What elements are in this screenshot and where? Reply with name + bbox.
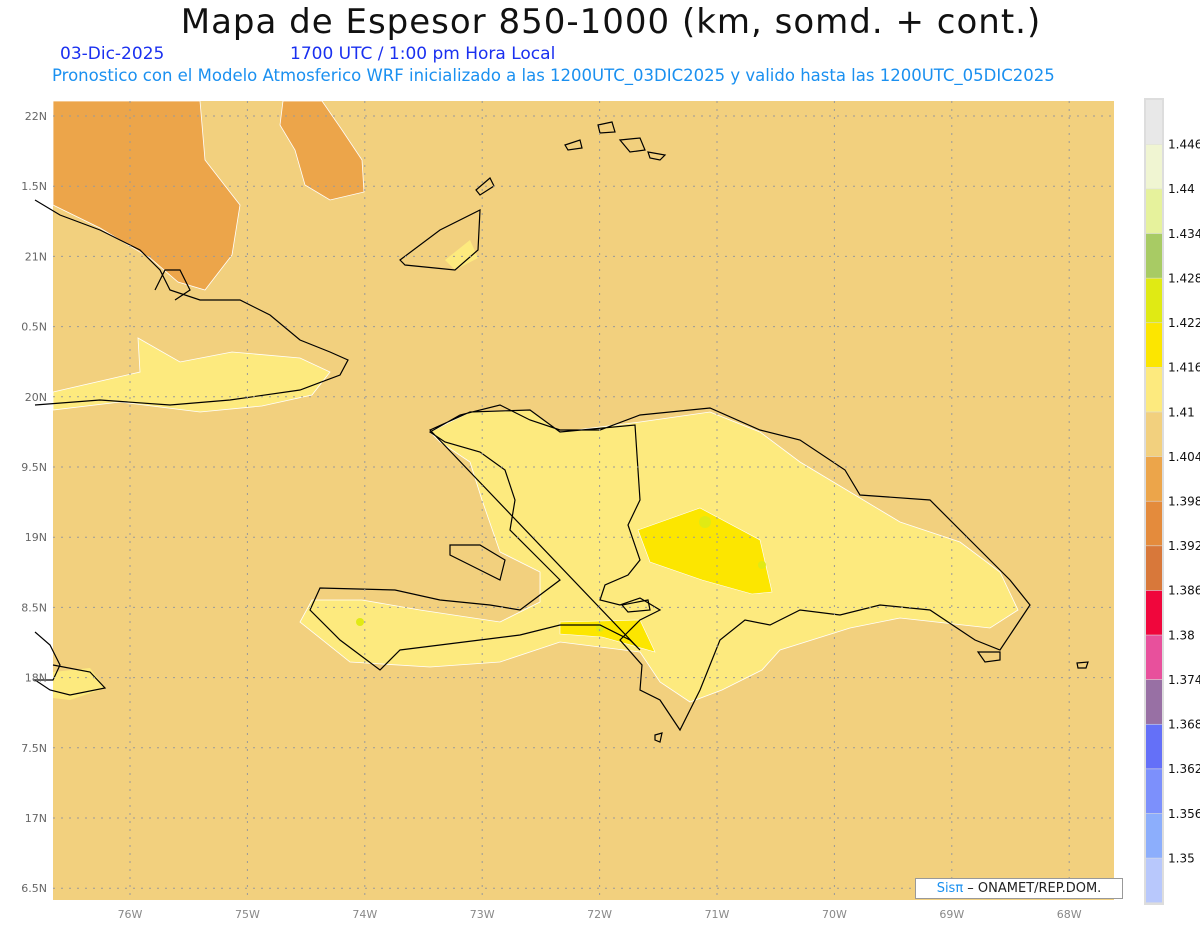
colorbar-label: 1.356 (1168, 807, 1200, 821)
green-spot (758, 561, 766, 569)
lon-label: 76W (118, 908, 143, 921)
green-spot (356, 618, 364, 626)
lat-label: 0.5N (21, 321, 47, 334)
colorbar-label: 1.374 (1168, 673, 1200, 687)
lat-label: 1.5N (21, 180, 47, 193)
lon-label: 73W (470, 908, 495, 921)
colorbar-bin (1146, 724, 1162, 769)
lat-label: 19N (25, 531, 47, 544)
lon-label: 68W (1057, 908, 1082, 921)
colorbar-label: 1.38 (1168, 628, 1195, 642)
credit-box: Sisπ – ONAMET/REP.DOM. (915, 878, 1123, 899)
colorbar-bin (1146, 233, 1162, 278)
lon-label: 69W (939, 908, 964, 921)
colorbar-label: 1.44 (1168, 182, 1195, 196)
colorbar-bin (1146, 144, 1162, 189)
colorbar-bin (1146, 590, 1162, 635)
colorbar-bin (1146, 100, 1162, 145)
colorbar-label: 1.386 (1168, 584, 1200, 598)
colorbar-bin (1146, 412, 1162, 457)
colorbar-bin (1146, 635, 1162, 680)
colorbar-label: 1.404 (1168, 450, 1200, 464)
lat-label: 8.5N (21, 601, 47, 614)
colorbar-label: 1.398 (1168, 495, 1200, 509)
forecast-time: 1700 UTC / 1:00 pm Hora Local (290, 44, 556, 64)
forecast-subtitle: Pronostico con el Modelo Atmosferico WRF… (52, 66, 1055, 85)
lat-label: 20N (25, 391, 47, 404)
colorbar-bin (1146, 367, 1162, 412)
lat-label: 21N (25, 250, 47, 263)
map-title: Mapa de Espesor 850-1000 (km, somd. + co… (180, 2, 1042, 42)
colorbar-label: 1.362 (1168, 762, 1200, 776)
lat-label: 18N (25, 672, 47, 685)
colorbar-label: 1.446 (1168, 138, 1200, 152)
lat-label: 6.5N (21, 882, 47, 895)
colorbar-label: 1.392 (1168, 539, 1200, 553)
lon-label: 71W (705, 908, 730, 921)
colorbar-bin (1146, 546, 1162, 591)
colorbar-bin (1146, 501, 1162, 546)
colorbar-label: 1.422 (1168, 316, 1200, 330)
colorbar-bin (1146, 769, 1162, 814)
lon-label: 75W (235, 908, 260, 921)
longitude-labels: 76W 75W 74W 73W 72W 71W 70W 69W 68W (118, 908, 1082, 921)
thickness-map: 22N 1.5N 21N 0.5N 20N 9.5N 19N 8.5N 18N 7.5N 17N 6.… (21, 98, 1200, 921)
lon-label: 70W (822, 908, 847, 921)
colorbar-bin (1146, 679, 1162, 724)
colorbar-bin (1146, 323, 1162, 368)
colorbar-bin (1146, 278, 1162, 323)
credit-text: – ONAMET/REP.DOM. (963, 881, 1102, 896)
colorbar-bin (1146, 858, 1162, 903)
lon-label: 74W (352, 908, 377, 921)
colorbar-label: 1.41 (1168, 405, 1195, 419)
colorbar-label: 1.35 (1168, 851, 1195, 865)
colorbar-bin (1146, 456, 1162, 501)
colorbar-bin (1146, 813, 1162, 858)
colorbar-bin (1146, 189, 1162, 234)
colorbar-label: 1.434 (1168, 227, 1200, 241)
sispi-logo: Sisπ (936, 881, 964, 896)
colorbar-label: 1.428 (1168, 271, 1200, 285)
lon-label: 72W (587, 908, 612, 921)
lat-label: 17N (25, 812, 47, 825)
lat-label: 7.5N (21, 742, 47, 755)
lat-label: 9.5N (21, 461, 47, 474)
colorbar-label: 1.416 (1168, 361, 1200, 375)
latitude-labels: 22N 1.5N 21N 0.5N 20N 9.5N 19N 8.5N 18N 7.5N 17N 6.… (21, 110, 47, 895)
colorbar: 1.446 1.44 1.434 1.428 1.422 1.416 1.41 1.404 1.… (1144, 98, 1200, 905)
lat-label: 22N (25, 110, 47, 123)
forecast-date: 03-Dic-2025 (60, 44, 165, 64)
green-spot (699, 516, 711, 528)
colorbar-label: 1.368 (1168, 718, 1200, 732)
